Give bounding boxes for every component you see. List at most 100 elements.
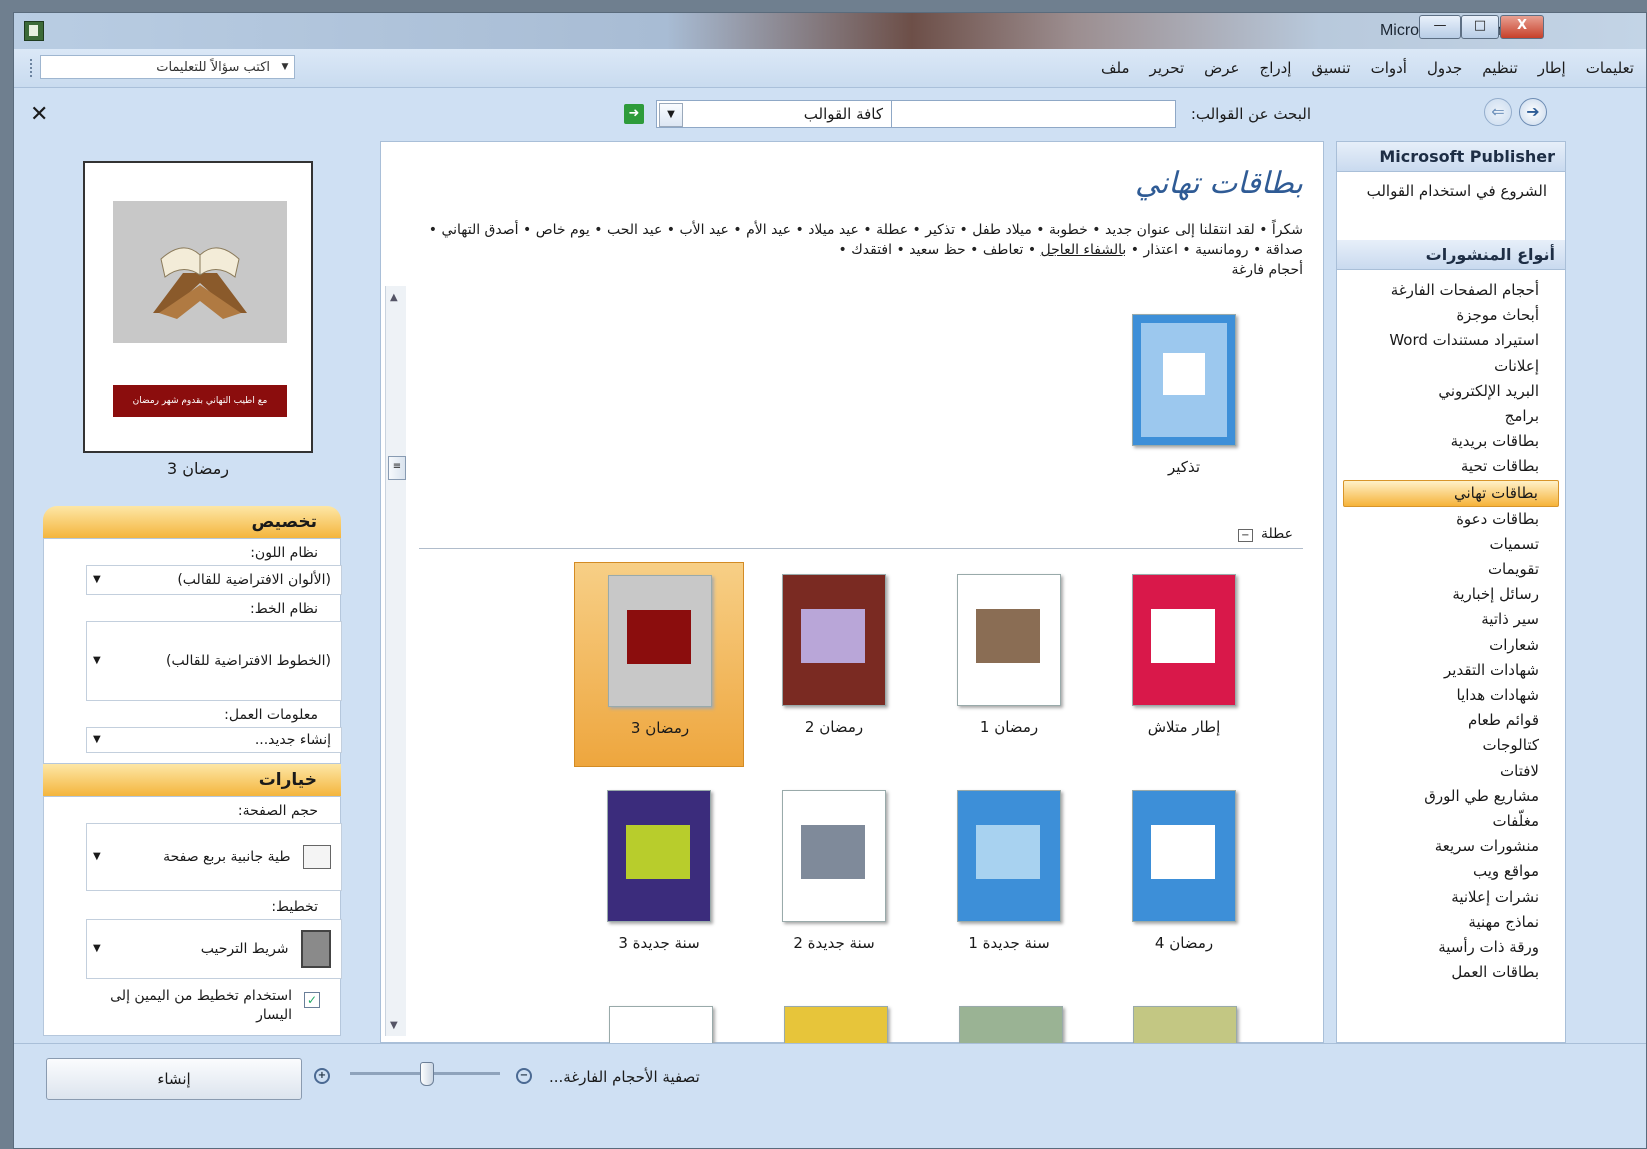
category-link[interactable]: عطلة [876, 222, 908, 238]
category-link[interactable]: صداقة [1266, 242, 1303, 258]
template-tile[interactable]: سنة جديدة 3 [574, 778, 744, 983]
template-tile[interactable]: رمضان 4 [1099, 778, 1269, 983]
publication-type-item[interactable]: تسميات [1343, 532, 1559, 557]
font-scheme-select[interactable]: (الخطوط الافتراضية للقالب) ▼ [86, 621, 342, 701]
category-link[interactable]: تعاطف [983, 242, 1024, 258]
chevron-down-icon[interactable]: ▼ [93, 728, 101, 752]
menu-item[interactable]: أدوات [1371, 59, 1407, 77]
business-info-select[interactable]: إنشاء جديد... ▼ [86, 727, 342, 753]
publication-type-item[interactable]: مواقع ويب [1343, 859, 1559, 884]
category-link[interactable]: تذكير [925, 222, 955, 238]
publication-type-item[interactable]: سير ذاتية [1343, 607, 1559, 632]
create-button[interactable]: إنشاء [46, 1058, 302, 1100]
menu-item[interactable]: إطار [1538, 59, 1566, 77]
template-tile[interactable]: رمضان 1 [924, 562, 1094, 767]
page-size-select[interactable]: طية جانبية بربع صفحة ▼ [86, 823, 342, 891]
ask-question-box[interactable]: اكتب سؤالاً للتعليمات ▼ [40, 55, 295, 79]
menu-item[interactable]: تعليمات [1586, 59, 1634, 77]
template-thumbnail-partial[interactable] [959, 1006, 1063, 1048]
publication-type-item[interactable]: مغلّفات [1343, 809, 1559, 834]
publication-type-item[interactable]: شعارات [1343, 633, 1559, 658]
template-thumbnail-partial[interactable] [1133, 1006, 1237, 1048]
category-link[interactable]: لقد انتقلنا إلى عنوان جديد [1105, 222, 1255, 238]
collapse-icon[interactable]: − [1238, 529, 1253, 542]
toolbar-grip[interactable] [30, 59, 35, 77]
category-link[interactable]: شكراً [1272, 222, 1303, 238]
menu-item[interactable]: إدراج [1260, 59, 1292, 77]
publication-type-item[interactable]: تقويمات [1343, 557, 1559, 582]
menu-item[interactable]: تنسيق [1311, 59, 1350, 77]
publication-type-item[interactable]: مشاريع طي الورق [1343, 784, 1559, 809]
category-link[interactable]: يوم خاص [536, 222, 590, 238]
category-link[interactable]: ميلاد طفل [972, 222, 1032, 238]
publication-type-item[interactable]: البريد الإلكتروني [1343, 379, 1559, 404]
group-holiday-label[interactable]: عطلة − [1238, 526, 1293, 542]
getting-started-link[interactable]: الشروع في استخدام القوالب [1357, 180, 1547, 202]
template-tile-reminder[interactable]: تذكير [1099, 302, 1269, 507]
back-arrow-icon[interactable]: ⇐ [1484, 98, 1512, 126]
publication-type-item[interactable]: رسائل إخبارية [1343, 582, 1559, 607]
chevron-down-icon[interactable]: ▼ [93, 824, 101, 890]
template-thumbnail-partial[interactable] [784, 1006, 888, 1048]
category-link[interactable]: اعتذار [1143, 242, 1177, 258]
scroll-down-arrow-icon[interactable]: ▼ [390, 1020, 398, 1031]
close-window-button[interactable]: X [1500, 15, 1544, 39]
publisher-app-icon[interactable] [24, 21, 44, 41]
publication-type-item[interactable]: نماذج مهنية [1343, 910, 1559, 935]
gallery-scrollbar[interactable]: ▲ ≡ ▼ [385, 286, 406, 1036]
template-thumbnail-partial[interactable] [609, 1006, 713, 1048]
close-task-pane-icon[interactable]: ✕ [30, 102, 48, 127]
search-go-icon[interactable]: ➜ [624, 104, 644, 124]
template-tile[interactable]: إطار متلاش [1099, 562, 1269, 767]
forward-arrow-icon[interactable]: ➔ [1519, 98, 1547, 126]
category-link[interactable]: افتقدك [851, 242, 892, 258]
publication-type-item[interactable]: بطاقات تهاني [1343, 479, 1559, 507]
publication-type-item[interactable]: أحجام الصفحات الفارغة [1343, 278, 1559, 303]
publication-type-item[interactable]: كتالوجات [1343, 733, 1559, 758]
publication-type-item[interactable]: إعلانات [1343, 354, 1559, 379]
template-scope-select[interactable]: كافة القوالب ▼ [656, 100, 892, 128]
category-link[interactable]: عيد الحب [607, 222, 662, 238]
filter-blank-sizes-link[interactable]: تصفية الأحجام الفارغة... [549, 1068, 700, 1086]
category-link[interactable]: عيد الأب [679, 222, 728, 238]
publication-type-item[interactable]: لافتات [1343, 759, 1559, 784]
chevron-down-icon[interactable]: ▼ [93, 920, 101, 978]
category-link[interactable]: خطوبة [1049, 222, 1088, 238]
chevron-down-icon[interactable]: ▼ [93, 566, 101, 594]
publication-type-item[interactable]: قوائم طعام [1343, 708, 1559, 733]
category-link[interactable]: حظ سعيد [909, 242, 965, 258]
publication-type-item[interactable]: بطاقات تحية [1343, 454, 1559, 479]
menu-item[interactable]: ملف [1101, 59, 1130, 77]
publication-type-item[interactable]: استيراد مستندات Word [1343, 328, 1559, 353]
scroll-up-arrow-icon[interactable]: ▲ [390, 292, 398, 303]
chevron-down-icon[interactable]: ▼ [279, 61, 291, 73]
publication-type-item[interactable]: ورقة ذات رأسية [1343, 935, 1559, 960]
scroll-thumb[interactable]: ≡ [388, 456, 406, 480]
publication-type-item[interactable]: بطاقات دعوة [1343, 507, 1559, 532]
category-link[interactable]: أصدق التهاني [441, 222, 518, 238]
zoom-slider-thumb[interactable] [420, 1062, 434, 1086]
publication-type-item[interactable]: منشورات سريعة [1343, 834, 1559, 859]
template-tile[interactable]: رمضان 2 [749, 562, 919, 767]
layout-select[interactable]: شريط الترحيب ▼ [86, 919, 342, 979]
category-link[interactable]: رومانسية [1195, 242, 1248, 258]
options-header[interactable]: خيارات [43, 764, 341, 796]
rtl-layout-checkbox[interactable]: ✓ [304, 992, 320, 1008]
publication-type-item[interactable]: برامج [1343, 404, 1559, 429]
category-link[interactable]: أحجام فارغة [1231, 262, 1303, 278]
category-link[interactable]: بالشفاء العاجل [1041, 242, 1127, 258]
zoom-out-icon[interactable]: − [516, 1068, 532, 1084]
zoom-in-icon[interactable]: + [314, 1068, 330, 1084]
search-input[interactable] [891, 100, 1176, 128]
chevron-down-icon[interactable]: ▼ [93, 622, 101, 700]
publication-type-item[interactable]: بطاقات بريدية [1343, 429, 1559, 454]
template-tile[interactable]: سنة جديدة 2 [749, 778, 919, 983]
publication-type-item[interactable]: شهادات التقدير [1343, 658, 1559, 683]
menu-item[interactable]: تنظيم [1482, 59, 1518, 77]
chevron-down-icon[interactable]: ▼ [659, 103, 683, 127]
maximize-button[interactable]: □ [1461, 15, 1499, 39]
menu-item[interactable]: عرض [1204, 59, 1239, 77]
publication-type-item[interactable]: نشرات إعلانية [1343, 885, 1559, 910]
color-scheme-select[interactable]: (الألوان الافتراضية للقالب) ▼ [86, 565, 342, 595]
category-link[interactable]: عيد ميلاد [808, 222, 859, 238]
